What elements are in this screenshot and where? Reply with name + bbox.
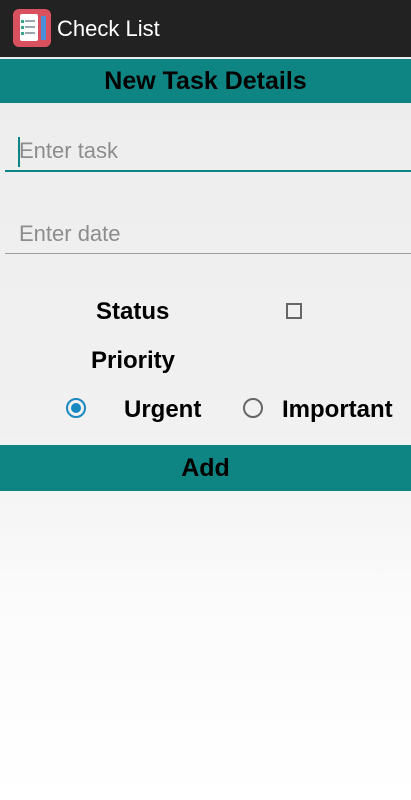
form-header: New Task Details (0, 59, 411, 103)
task-input[interactable] (5, 132, 411, 172)
urgent-radio[interactable] (66, 398, 86, 418)
app-title: Check List (57, 16, 160, 41)
important-radio[interactable] (243, 398, 263, 418)
checklist-icon (13, 9, 51, 47)
urgent-label[interactable]: Urgent (124, 396, 201, 424)
date-input[interactable] (5, 214, 411, 254)
important-label[interactable]: Important (282, 396, 393, 424)
add-button[interactable]: Add (0, 445, 411, 491)
status-label: Status (96, 298, 170, 325)
status-checkbox[interactable] (286, 303, 302, 319)
text-cursor (18, 137, 20, 167)
priority-label: Priority (91, 347, 176, 374)
radio-selected-dot (71, 403, 81, 413)
app-bar: Check List (0, 0, 411, 57)
